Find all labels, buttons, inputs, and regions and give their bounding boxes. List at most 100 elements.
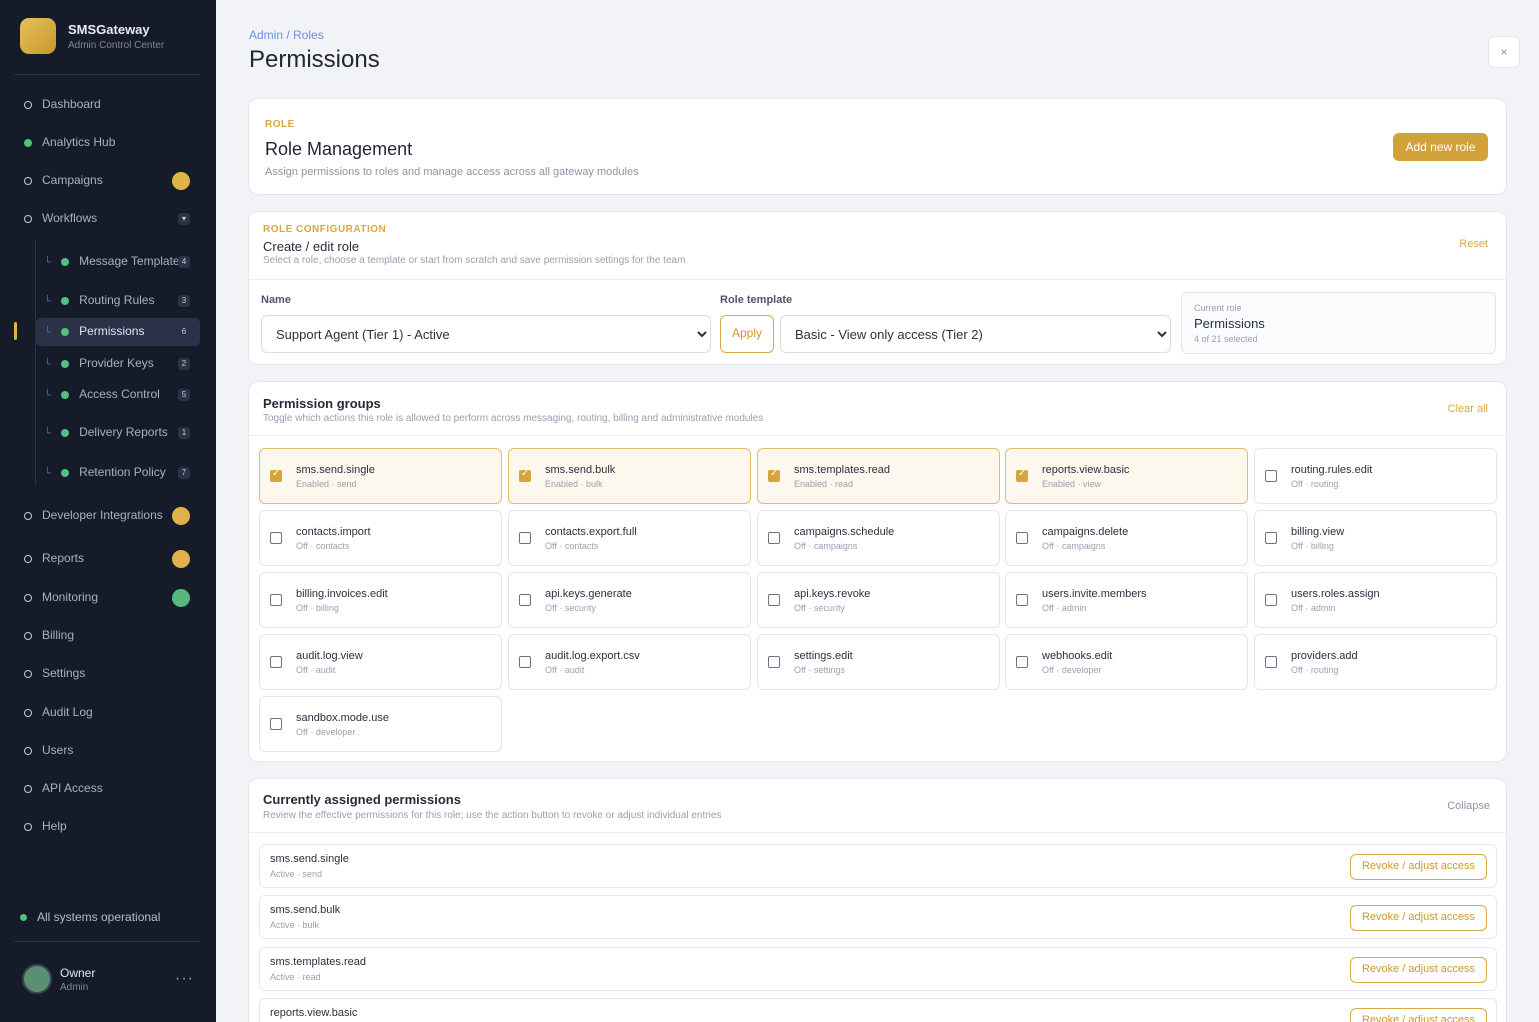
sidebar-item-settings[interactable]: Settings bbox=[14, 660, 200, 688]
avatar[interactable] bbox=[22, 964, 52, 994]
sidebar-subitem-label: Access Control bbox=[79, 388, 160, 402]
permission-checkbox[interactable] bbox=[1265, 532, 1277, 544]
permission-option[interactable]: billing.view Off · billing bbox=[1254, 510, 1497, 566]
permission-option[interactable]: webhooks.edit Off · developer bbox=[1005, 634, 1248, 690]
sidebar-subitem-retention[interactable]: └ Retention Policy 7 bbox=[36, 459, 200, 487]
permission-checkbox[interactable] bbox=[1016, 656, 1028, 668]
permission-checkbox[interactable] bbox=[519, 594, 531, 606]
permission-option[interactable]: audit.log.view Off · audit bbox=[259, 634, 502, 690]
permission-option[interactable]: users.invite.members Off · admin bbox=[1005, 572, 1248, 628]
list-item: reports.view.basicActive · viewRevoke / … bbox=[259, 998, 1497, 1022]
permission-name: contacts.import bbox=[296, 525, 371, 538]
permission-option[interactable]: campaigns.schedule Off · campaigns bbox=[757, 510, 1000, 566]
revoke-button[interactable]: Revoke / adjust access bbox=[1350, 905, 1487, 931]
permission-option[interactable]: contacts.export.full Off · contacts bbox=[508, 510, 751, 566]
permission-option[interactable]: settings.edit Off · settings bbox=[757, 634, 1000, 690]
permission-option[interactable]: providers.add Off · routing bbox=[1254, 634, 1497, 690]
permission-option[interactable]: routing.rules.edit Off · routing bbox=[1254, 448, 1497, 504]
sidebar-item-monitoring[interactable]: Monitoring bbox=[14, 584, 200, 612]
permission-checkbox[interactable] bbox=[519, 468, 531, 482]
sidebar-item-billing[interactable]: Billing bbox=[14, 622, 200, 650]
more-icon[interactable]: ··· bbox=[175, 970, 194, 988]
permissions-description: Toggle which actions this role is allowe… bbox=[263, 413, 764, 424]
permission-checkbox[interactable] bbox=[768, 468, 780, 482]
breadcrumb[interactable]: Admin / Roles bbox=[249, 28, 324, 42]
permission-checkbox[interactable] bbox=[1265, 656, 1277, 668]
assigned-header: Currently assigned permissions Review th… bbox=[249, 779, 1506, 833]
permission-checkbox[interactable] bbox=[270, 656, 282, 668]
close-icon[interactable]: × bbox=[1488, 36, 1520, 68]
sidebar-item-developer[interactable]: Developer Integrations bbox=[14, 499, 200, 533]
permission-checkbox[interactable] bbox=[270, 594, 282, 606]
sidebar-subitem-permissions[interactable]: └ Permissions 6 bbox=[36, 318, 200, 346]
sidebar-item-campaigns[interactable]: Campaigns bbox=[14, 167, 200, 195]
sidebar-subitem-routing[interactable]: └ Routing Rules 3 bbox=[36, 287, 200, 315]
count-badge: 1 bbox=[178, 427, 190, 439]
add-role-button[interactable]: Add new role bbox=[1393, 133, 1488, 161]
sidebar-item-dashboard[interactable]: Dashboard bbox=[14, 91, 200, 119]
permission-checkbox[interactable] bbox=[1016, 532, 1028, 544]
tree-elbow-icon: └ bbox=[44, 427, 52, 439]
revoke-button[interactable]: Revoke / adjust access bbox=[1350, 1008, 1487, 1022]
permission-checkbox[interactable] bbox=[768, 656, 780, 668]
assigned-permission-name: sms.send.single bbox=[270, 853, 349, 865]
permission-checkbox[interactable] bbox=[270, 532, 282, 544]
permission-checkbox[interactable] bbox=[1265, 594, 1277, 606]
reset-link[interactable]: Reset bbox=[1459, 238, 1488, 250]
sidebar-subitem-label: Retention Policy bbox=[79, 466, 166, 480]
sidebar-item-users[interactable]: Users bbox=[14, 737, 200, 765]
permission-checkbox[interactable] bbox=[1016, 468, 1028, 482]
permission-option[interactable]: sandbox.mode.use Off · developer bbox=[259, 696, 502, 752]
permission-option[interactable]: audit.log.export.csv Off · audit bbox=[508, 634, 751, 690]
apply-template-button[interactable]: Apply bbox=[720, 315, 774, 353]
sidebar-divider bbox=[14, 941, 200, 942]
brand[interactable]: SMSGateway Admin Control Center bbox=[20, 18, 164, 54]
list-item: sms.templates.read Active · read Revoke / … bbox=[259, 947, 1497, 991]
permission-option[interactable]: api.keys.revoke Off · security bbox=[757, 572, 1000, 628]
sidebar-subitem-access-control[interactable]: └ Access Control 5 bbox=[36, 381, 200, 409]
permission-description: Off · contacts bbox=[296, 540, 350, 551]
permission-checkbox[interactable] bbox=[768, 594, 780, 606]
permission-option[interactable]: contacts.import Off · contacts bbox=[259, 510, 502, 566]
sidebar-item-label: Campaigns bbox=[42, 174, 103, 188]
permission-option[interactable]: campaigns.delete Off · campaigns bbox=[1005, 510, 1248, 566]
role-select[interactable]: Support Agent (Tier 1) - Active bbox=[261, 315, 711, 353]
permission-option[interactable]: users.roles.assign Off · admin bbox=[1254, 572, 1497, 628]
sidebar-item-workflows[interactable]: Workflows ▾ bbox=[14, 205, 200, 233]
clear-all-link[interactable]: Clear all bbox=[1448, 403, 1488, 415]
permission-description: Off · audit bbox=[545, 664, 585, 675]
permission-option[interactable]: reports.view.basic Enabled · view bbox=[1005, 448, 1248, 504]
sidebar-item-api-access[interactable]: API Access bbox=[14, 775, 200, 803]
permission-checkbox[interactable] bbox=[519, 532, 531, 544]
sidebar-item-label: Billing bbox=[42, 629, 75, 643]
user-profile[interactable]: Owner Admin ··· bbox=[22, 964, 194, 994]
sidebar-item-help[interactable]: Help bbox=[14, 813, 200, 841]
sidebar-item-audit-log[interactable]: Audit Log bbox=[14, 699, 200, 727]
notification-badge bbox=[172, 550, 190, 568]
revoke-button[interactable]: Revoke / adjust access bbox=[1350, 957, 1487, 983]
sidebar-subitem-provider-keys[interactable]: └ Provider Keys 2 bbox=[36, 350, 200, 378]
permission-description: Enabled · view bbox=[1042, 478, 1102, 489]
permission-checkbox[interactable] bbox=[270, 718, 282, 730]
sidebar-subitem-delivery-reports[interactable]: └ Delivery Reports 1 bbox=[36, 417, 200, 449]
collapse-link[interactable]: Collapse bbox=[1447, 800, 1490, 812]
permission-checkbox[interactable] bbox=[270, 468, 282, 482]
revoke-button[interactable]: Revoke / adjust access bbox=[1350, 854, 1487, 880]
permission-option[interactable]: api.keys.generate Off · security bbox=[508, 572, 751, 628]
sidebar-subitem-templates[interactable]: └ Message Templates 4 bbox=[36, 246, 200, 278]
permission-checkbox[interactable] bbox=[519, 656, 531, 668]
notification-badge bbox=[172, 172, 190, 190]
permission-option[interactable]: sms.send.bulk Enabled · bulk bbox=[508, 448, 751, 504]
collapse-icon[interactable]: ▾ bbox=[178, 213, 190, 225]
permission-option[interactable]: sms.templates.read Enabled · read bbox=[757, 448, 1000, 504]
permission-description: Off · security bbox=[545, 602, 596, 613]
permission-checkbox[interactable] bbox=[1265, 470, 1277, 482]
sidebar-item-analytics[interactable]: Analytics Hub bbox=[14, 129, 200, 157]
sidebar-item-reports[interactable]: Reports bbox=[14, 545, 200, 573]
status-dot-icon bbox=[20, 913, 27, 921]
permission-option[interactable]: billing.invoices.edit Off · billing bbox=[259, 572, 502, 628]
permission-checkbox[interactable] bbox=[1016, 594, 1028, 606]
permission-option[interactable]: sms.send.single Enabled · send bbox=[259, 448, 502, 504]
permission-checkbox[interactable] bbox=[768, 532, 780, 544]
template-select[interactable]: Basic - View only access (Tier 2) bbox=[780, 315, 1171, 353]
